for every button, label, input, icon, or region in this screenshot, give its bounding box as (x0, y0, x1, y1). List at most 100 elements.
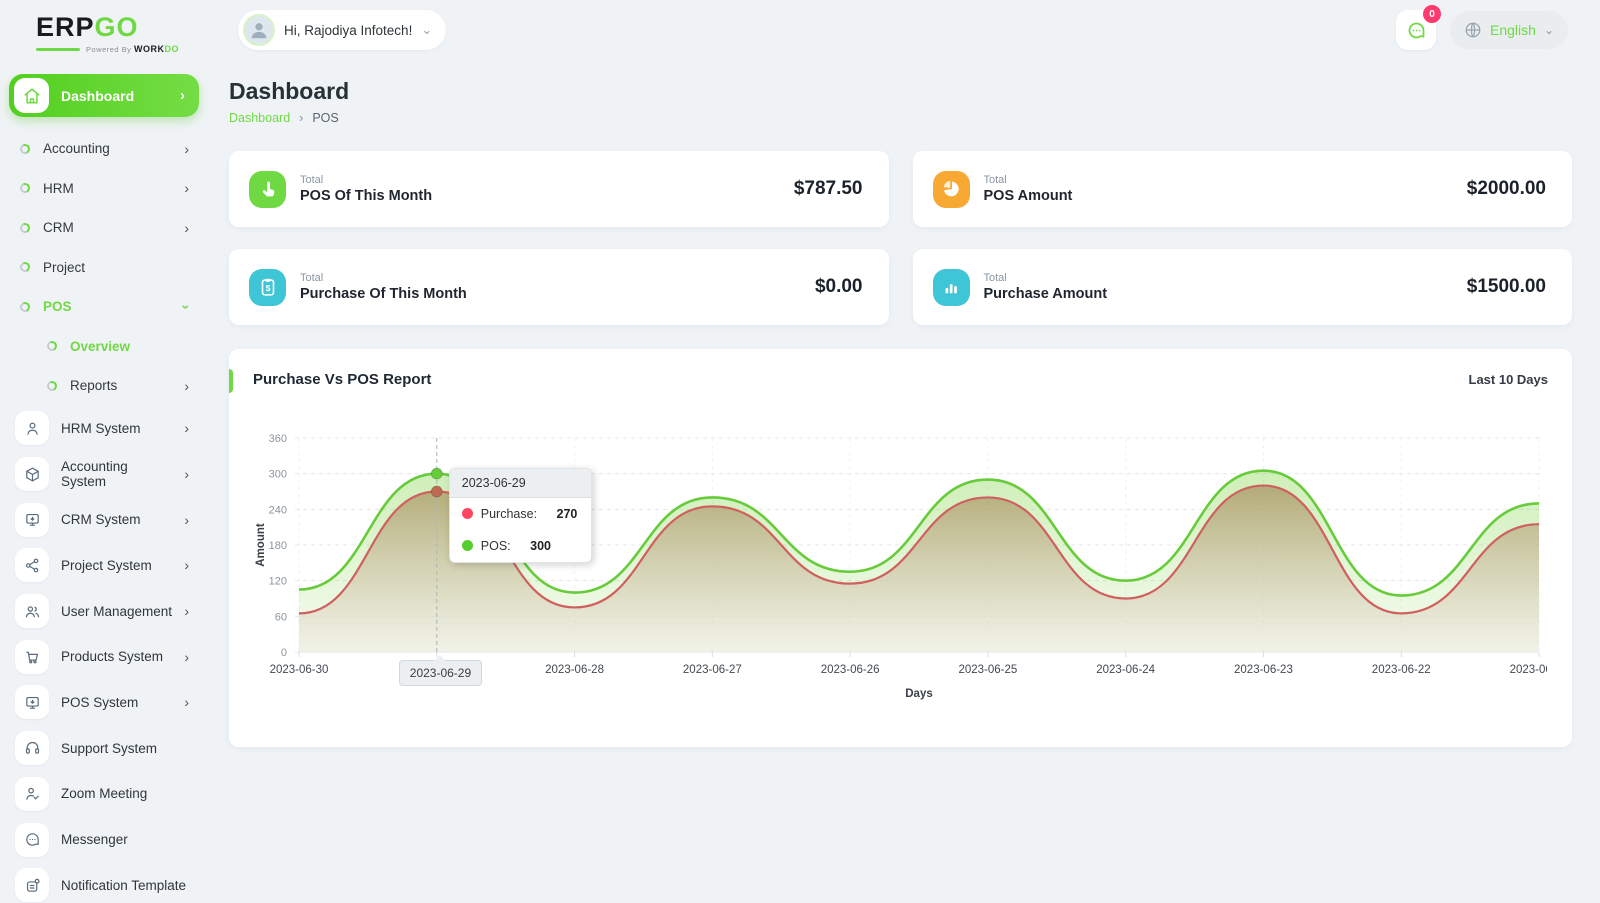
sidebar-item-label: Zoom Meeting (61, 786, 147, 801)
breadcrumb-current: POS (312, 111, 338, 125)
chat-icon (15, 823, 49, 857)
svg-text:120: 120 (269, 576, 287, 588)
sidebar-item-label: CRM (43, 220, 74, 235)
chevron-right-icon: › (184, 220, 189, 236)
svg-text:300: 300 (269, 469, 287, 481)
main-content: Dashboard Dashboard › POS Total POS Of T… (208, 0, 1600, 747)
chevron-right-icon: › (184, 180, 189, 196)
screen-icon (15, 503, 49, 537)
svg-text:240: 240 (269, 504, 287, 516)
chevron-right-icon: › (299, 111, 303, 125)
share-icon (15, 548, 49, 582)
user-menu-button[interactable]: Hi, Rajodiya Infotech! ⌄ (238, 10, 446, 50)
person-check-icon (15, 777, 49, 811)
svg-text:0: 0 (281, 647, 287, 659)
sidebar-item-crm-system[interactable]: CRM System › (9, 497, 199, 543)
sidebar-subitem-overview[interactable]: Overview (9, 327, 199, 367)
powered-by-text: Powered By WORKDO (86, 44, 179, 54)
sidebar-item-label: Notification Template (61, 878, 186, 893)
tooltip-date: 2023-06-29 (450, 469, 592, 498)
chevron-right-icon: › (184, 603, 189, 619)
stat-card-value: $0.00 (815, 276, 863, 298)
sidebar-item-messenger[interactable]: Messenger (9, 817, 199, 863)
sidebar-item-project-system[interactable]: Project System› (9, 543, 199, 589)
sidebar-item-label: Support System (61, 741, 157, 756)
stat-card-purchase-amount: Total Purchase Amount $1500.00 (913, 249, 1573, 325)
chevron-right-icon: › (184, 378, 189, 394)
sidebar-item-label: Project (43, 260, 85, 275)
language-selector[interactable]: English ⌄ (1450, 11, 1568, 49)
sidebar-item-label: HRM System (61, 421, 141, 436)
sidebar-item-accounting[interactable]: Accounting› (9, 129, 199, 169)
breadcrumb: Dashboard › POS (229, 111, 1572, 125)
svg-text:2023-06-28: 2023-06-28 (545, 664, 604, 676)
sidebar-item-label: Reports (70, 378, 117, 393)
svg-text:2023-06-25: 2023-06-25 (958, 664, 1017, 676)
sidebar-item-label: Accounting System (61, 459, 172, 489)
sidebar-item-pos[interactable]: POS› (9, 287, 199, 327)
chevron-right-icon: › (180, 87, 185, 104)
stat-card-label: Total (984, 272, 1108, 284)
stat-card-value: $787.50 (794, 178, 863, 200)
breadcrumb-dashboard-link[interactable]: Dashboard (229, 111, 290, 125)
chevron-right-icon: › (184, 466, 189, 482)
purchase-vs-pos-chart[interactable]: 0601201802403003602023-06-302023-06-2920… (253, 430, 1548, 707)
sidebar-subitem-reports[interactable]: Reports › (9, 366, 199, 406)
sidebar-item-hrm-system[interactable]: HRM System › (9, 406, 199, 452)
chevron-down-icon: ⌄ (1544, 23, 1554, 37)
sidebar-item-project[interactable]: Project (9, 248, 199, 288)
series-dot-icon (462, 508, 473, 519)
sidebar-item-zoom-meeting[interactable]: Zoom Meeting (9, 771, 199, 817)
stat-card-purchase-of-this-month: $ Total Purchase Of This Month $0.00 (229, 249, 889, 325)
topbar: ERPGO Powered By WORKDO Hi, Rajodiya Inf… (0, 0, 1600, 60)
svg-text:2023-06-27: 2023-06-27 (683, 664, 742, 676)
stat-card-label: Total (984, 174, 1073, 186)
donut-icon (46, 340, 59, 353)
svg-text:2023-06-23: 2023-06-23 (1234, 664, 1293, 676)
chevron-right-icon: › (184, 420, 189, 436)
donut-icon (46, 379, 59, 392)
notifications-button[interactable]: 0 (1396, 10, 1436, 50)
sidebar-item-label: HRM (43, 181, 74, 196)
card-accent-bar (229, 369, 233, 393)
users-icon (15, 594, 49, 628)
cube-icon (15, 457, 49, 491)
sidebar-item-products-system[interactable]: Products System› (9, 634, 199, 680)
sidebar-item-label: CRM System (61, 512, 141, 527)
sidebar-item-label: User Management (61, 604, 172, 619)
donut-icon (19, 261, 32, 274)
tooltip-row: POS: 300 (450, 530, 592, 562)
sidebar-item-notification-template[interactable]: Notification Template (9, 862, 199, 903)
sidebar-item-support-system[interactable]: Support System (9, 725, 199, 771)
sidebar-menu: Accounting› HRM › CRM › Project POS› Overv… (9, 129, 199, 903)
chart-title: Purchase Vs POS Report (253, 371, 431, 388)
chevron-right-icon: › (184, 694, 189, 710)
sidebar-item-crm[interactable]: CRM › (9, 208, 199, 248)
logo-underline (36, 48, 80, 51)
svg-text:60: 60 (275, 611, 287, 623)
stat-card-label: Total (300, 272, 467, 284)
home-icon (23, 87, 41, 105)
cart-icon (15, 640, 49, 674)
stat-card-value: $2000.00 (1467, 178, 1546, 200)
headset-icon (15, 731, 49, 765)
x-axis-title: Days (905, 688, 933, 700)
sidebar-item-label: Overview (70, 339, 130, 354)
stat-card-pos-amount: Total POS Amount $2000.00 (913, 151, 1573, 227)
sidebar: Dashboard › Accounting› HRM › CRM › Projec… (0, 74, 208, 903)
chevron-right-icon: › (184, 557, 189, 573)
sidebar-item-dashboard[interactable]: Dashboard › (9, 74, 199, 117)
chart-tooltip: 2023-06-29 Purchase: 270 POS: 300 (449, 468, 593, 563)
stat-card-title: Purchase Of This Month (300, 286, 467, 302)
stat-card-title: POS Of This Month (300, 188, 432, 204)
sidebar-item-pos-system[interactable]: POS System› (9, 680, 199, 726)
y-axis-title: Amount (255, 523, 267, 567)
page-title: Dashboard (229, 78, 1572, 105)
sidebar-item-user-management[interactable]: User Management › (9, 588, 199, 634)
sidebar-item-hrm[interactable]: HRM › (9, 169, 199, 209)
chevron-right-icon: › (184, 512, 189, 528)
notification-badge: 0 (1423, 5, 1441, 23)
app-logo[interactable]: ERPGO Powered By WORKDO (0, 6, 208, 54)
tap-icon (249, 171, 286, 208)
sidebar-item-accounting-system[interactable]: Accounting System › (9, 451, 199, 497)
